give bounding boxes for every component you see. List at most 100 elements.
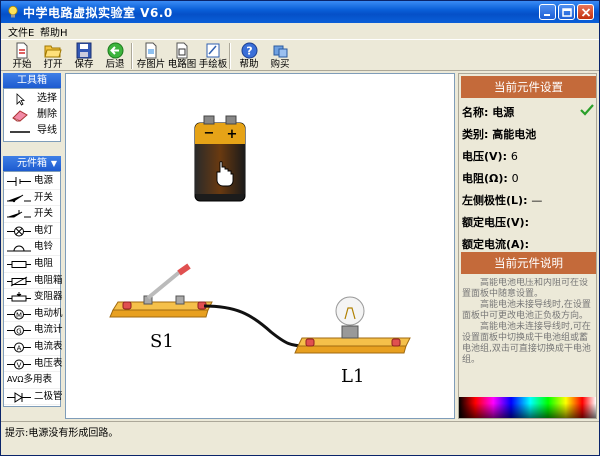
- save-button[interactable]: 保存: [69, 41, 99, 71]
- galvanometer-symbol-icon: G: [7, 325, 31, 336]
- svg-text:M: M: [16, 311, 22, 319]
- color-palette[interactable]: [459, 397, 596, 418]
- prop-name[interactable]: 名称: 电源: [462, 104, 514, 120]
- prop-resistance-value: 0: [511, 172, 519, 185]
- component-switch-2[interactable]: 开关: [4, 206, 60, 223]
- component-label: 电动机: [34, 307, 63, 319]
- eraser-icon: [12, 110, 28, 122]
- component-motor[interactable]: M 电动机: [4, 306, 63, 323]
- status-bar: 提示:电源没有形成回路。: [1, 421, 599, 455]
- help-button[interactable]: ? 帮助: [234, 41, 264, 71]
- components-header-label: 元件箱: [17, 158, 47, 169]
- prop-polarity[interactable]: 左侧极性(L): —: [462, 192, 542, 208]
- tool-select-label: 选择: [37, 93, 57, 104]
- sketchpad-button[interactable]: 手绘板: [198, 41, 228, 71]
- settings-header: 当前元件设置: [461, 76, 596, 98]
- prop-resistance[interactable]: 电阻(Ω): 0: [462, 170, 519, 186]
- prop-rated-current-label: 额定电流(A):: [462, 238, 529, 251]
- help-question-icon: ?: [241, 42, 257, 59]
- tool-select[interactable]: 选择: [4, 91, 60, 107]
- component-galvanometer[interactable]: G 电流计: [4, 322, 63, 339]
- save-image-icon: [145, 42, 157, 59]
- tool-delete[interactable]: 删除: [4, 107, 60, 123]
- battery-component[interactable]: − +: [194, 115, 246, 202]
- components-header[interactable]: 元件箱 ▼: [3, 156, 61, 171]
- svg-text:V: V: [17, 361, 22, 369]
- component-lamp[interactable]: 电灯: [4, 223, 60, 240]
- resistor-box-symbol-icon: [7, 276, 31, 286]
- rheostat-symbol-icon: [7, 292, 31, 302]
- checkmark-icon[interactable]: [580, 103, 594, 116]
- circuit-canvas[interactable]: − + S1 L1: [65, 73, 455, 419]
- title-bar[interactable]: 中学电路虚拟实验室 V6.0: [1, 1, 599, 23]
- component-label: 电铃: [34, 241, 54, 253]
- buy-button[interactable]: 购买: [265, 41, 295, 71]
- prop-polarity-label: 左侧极性(L):: [462, 194, 528, 207]
- prop-rated-voltage[interactable]: 额定电压(V):: [462, 214, 529, 230]
- new-button[interactable]: 开始: [7, 41, 37, 71]
- component-label: 多用表: [23, 374, 53, 386]
- component-resistor[interactable]: 电阻: [4, 256, 60, 273]
- component-switch[interactable]: 开关: [4, 190, 60, 207]
- new-file-icon: [16, 42, 28, 59]
- wire-icon: [10, 131, 30, 133]
- component-label: 开关: [34, 208, 54, 220]
- motor-symbol-icon: M: [7, 309, 31, 320]
- toolbox-header[interactable]: 工具箱: [3, 73, 61, 88]
- prop-voltage-value: 6: [510, 150, 518, 163]
- open-button[interactable]: 打开: [38, 41, 68, 71]
- component-label: 电阻: [34, 257, 54, 269]
- app-window: 中学电路虚拟实验室 V6.0 文件E 帮助H 开始 打开 保存 后退 存图片 电…: [0, 0, 600, 456]
- switch2-symbol-icon: [7, 210, 31, 218]
- prop-type[interactable]: 类别: 高能电池: [462, 126, 536, 142]
- ammeter-symbol-icon: A: [7, 342, 31, 353]
- minimize-icon: [544, 14, 550, 16]
- shopping-icon: [273, 45, 287, 58]
- close-icon: [581, 8, 591, 17]
- lightbulb-app-icon: [8, 5, 18, 18]
- save-label: 保存: [74, 59, 94, 70]
- save-image-button[interactable]: 存图片: [136, 41, 166, 71]
- component-rheostat[interactable]: 变阻器: [4, 289, 63, 306]
- back-label: 后退: [105, 59, 125, 70]
- window-title: 中学电路虚拟实验室 V6.0: [23, 6, 173, 20]
- prop-type-label: 类别:: [462, 128, 489, 141]
- component-label: 电源: [34, 175, 54, 186]
- menu-help[interactable]: 帮助H: [37, 24, 71, 39]
- description-header: 当前元件说明: [461, 252, 596, 274]
- lamp-l1-component[interactable]: [294, 296, 411, 354]
- component-voltmeter[interactable]: V 电压表: [4, 356, 63, 373]
- component-diode[interactable]: 二极管: [4, 389, 63, 406]
- toolbox: 选择 删除 导线: [3, 88, 61, 142]
- maximize-button[interactable]: [558, 4, 575, 20]
- cursor-icon: [16, 93, 26, 106]
- circuit-drawing: − +: [109, 115, 411, 354]
- minimize-button[interactable]: [539, 4, 556, 20]
- circuit-diagram-button[interactable]: 电路图: [167, 41, 197, 71]
- component-label: 电灯: [34, 224, 54, 236]
- component-label: 电阻箱: [34, 274, 63, 286]
- circuit-diagram-icon: [176, 42, 188, 59]
- sketchpad-icon: [206, 43, 220, 58]
- prop-rated-current[interactable]: 额定电流(A):: [462, 236, 529, 252]
- prop-voltage[interactable]: 电压(V): 6: [462, 148, 518, 164]
- chevron-down-icon: ▼: [50, 159, 57, 168]
- component-ammeter[interactable]: A 电流表: [4, 339, 63, 356]
- prop-resistance-label: 电阻(Ω):: [462, 172, 508, 185]
- component-resistor-box[interactable]: 电阻箱: [4, 273, 63, 290]
- component-bell[interactable]: 电铃: [4, 239, 60, 256]
- close-window-button[interactable]: [577, 4, 594, 20]
- switch-s1-component[interactable]: [109, 263, 213, 318]
- wire-connection: [203, 304, 307, 348]
- tool-wire[interactable]: 导线: [4, 123, 60, 139]
- prop-type-value: 高能电池: [492, 128, 537, 141]
- battery-symbol-icon: [7, 177, 31, 186]
- back-button[interactable]: 后退: [100, 41, 130, 71]
- component-battery[interactable]: 电源: [4, 173, 60, 190]
- component-multimeter[interactable]: AVΩ多用表: [4, 372, 60, 389]
- menu-file[interactable]: 文件E: [5, 24, 37, 39]
- description-paragraph: 高能电池未接导线时,在设置面板中可更改电池正负极方向。: [462, 300, 591, 321]
- maximize-icon: [562, 8, 572, 17]
- folder-open-icon: [44, 45, 62, 58]
- description-paragraph: 高能电池未连接导线时,可在设置面板中切换成干电池组或蓄电池组,双击可直接切换成干…: [462, 322, 591, 365]
